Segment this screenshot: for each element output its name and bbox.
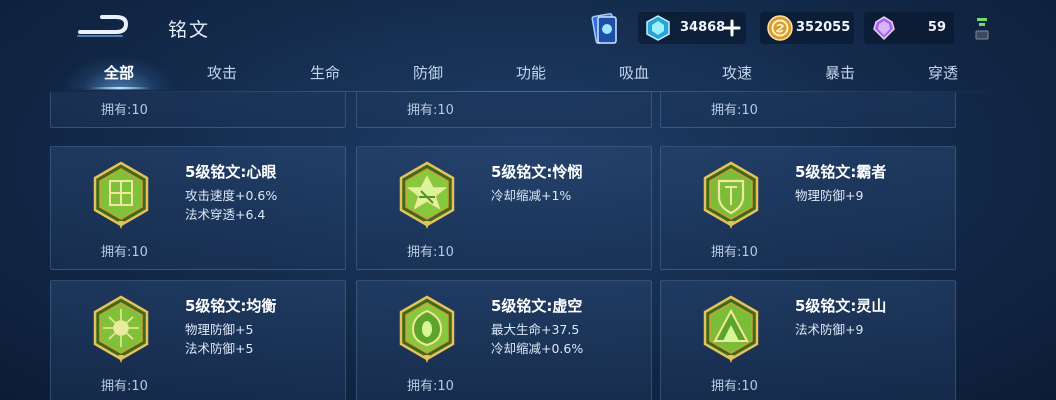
owned-count: 拥有:10 <box>711 245 758 260</box>
gem-value: 59 <box>927 20 946 35</box>
tab-all[interactable]: 全部 <box>74 62 164 83</box>
rune-name: 5级铭文:虚空 <box>491 297 583 315</box>
tab-defense[interactable]: 防御 <box>383 62 473 83</box>
category-tabs: 全部 攻击 生命 防御 功能 吸血 攻速 暴击 穿透 <box>0 56 1056 92</box>
rune-lingshan-icon <box>703 295 759 363</box>
owned-count: 拥有:10 <box>711 103 758 118</box>
gold-value: 352055 <box>796 20 851 35</box>
diamond-coupon-icon <box>646 15 670 41</box>
owned-count: 拥有:10 <box>711 379 758 394</box>
rune-name: 5级铭文:怜悯 <box>491 163 583 181</box>
tab-health[interactable]: 生命 <box>280 62 370 83</box>
owned-count: 拥有:10 <box>407 245 454 260</box>
rune-card-xukong[interactable]: 5级铭文:虚空 最大生命+37.5 冷却缩减+0.6% 拥有:10 <box>356 280 652 400</box>
page-title: 铭文 <box>168 19 211 41</box>
rune-name: 5级铭文:霸者 <box>795 163 887 181</box>
rune-card-junheng[interactable]: 5级铭文:均衡 物理防御+5 法术防御+5 拥有:10 <box>50 280 346 400</box>
rune-card-bazhe[interactable]: 5级铭文:霸者 物理防御+9 拥有:10 <box>660 146 956 270</box>
rune-stat: 冷却缩减+1% <box>491 188 572 203</box>
rune-bazhe-icon <box>703 161 759 229</box>
owned-count: 拥有:10 <box>407 103 454 118</box>
tab-lifesteal[interactable]: 吸血 <box>589 62 679 83</box>
rune-card-lianmin[interactable]: 5级铭文:怜悯 冷却缩减+1% 拥有:10 <box>356 146 652 270</box>
add-diamond-button[interactable] <box>722 18 742 38</box>
rune-stat: 法术穿透+6.4 <box>185 207 266 222</box>
rune-name: 5级铭文:心眼 <box>185 163 277 181</box>
rune-xinyan-icon <box>93 161 149 229</box>
rune-lianmin-icon <box>399 161 455 229</box>
diamond-value: 34868 <box>680 20 726 35</box>
diamond-currency: 34868 <box>638 12 746 44</box>
tab-attack-speed[interactable]: 攻速 <box>692 62 782 83</box>
rune-card-lingshan[interactable]: 5级铭文:灵山 法术防御+9 拥有:10 <box>660 280 956 400</box>
rune-junheng-icon <box>93 295 149 363</box>
top-bar: 铭文 34868 352055 59 <box>0 0 1056 56</box>
rune-stat: 冷却缩减+0.6% <box>491 341 584 356</box>
rune-name: 5级铭文:灵山 <box>795 297 887 315</box>
gold-currency: 352055 <box>760 12 854 44</box>
rune-name: 5级铭文:均衡 <box>185 297 277 315</box>
owned-count: 拥有:10 <box>407 379 454 394</box>
rune-stat: 物理防御+5 <box>185 322 254 337</box>
owned-count: 拥有:10 <box>101 103 148 118</box>
rune-stat: 法术防御+9 <box>795 322 864 337</box>
purple-gem-icon <box>873 16 895 41</box>
rune-stat: 攻击速度+0.6% <box>185 188 278 203</box>
owned-count: 拥有:10 <box>101 379 148 394</box>
tab-utility[interactable]: 功能 <box>486 62 576 83</box>
gem-currency: 59 <box>864 12 954 44</box>
network-signal-icon <box>975 18 989 40</box>
tab-penetration[interactable]: 穿透 <box>898 62 988 83</box>
rune-stat: 法术防御+5 <box>185 341 254 356</box>
rune-card-icon[interactable] <box>590 12 620 46</box>
rune-card[interactable]: 拥有:10 <box>50 92 346 128</box>
active-tab-indicator <box>90 87 150 89</box>
tab-critical[interactable]: 暴击 <box>795 62 885 83</box>
gold-coin-icon <box>767 15 793 41</box>
rune-stat: 最大生命+37.5 <box>491 322 580 337</box>
rune-card-xinyan[interactable]: 5级铭文:心眼 攻击速度+0.6% 法术穿透+6.4 拥有:10 <box>50 146 346 270</box>
rune-grid[interactable]: 拥有:10 拥有:10 拥有:10 5级铭文:心眼 攻击速度+0.6% 法术穿透… <box>0 92 1056 400</box>
owned-count: 拥有:10 <box>101 245 148 260</box>
rune-xukong-icon <box>399 295 455 363</box>
back-arrow-icon[interactable] <box>74 12 130 42</box>
tab-attack[interactable]: 攻击 <box>177 62 267 83</box>
rune-stat: 物理防御+9 <box>795 188 864 203</box>
rune-card[interactable]: 拥有:10 <box>660 92 956 128</box>
rune-card[interactable]: 拥有:10 <box>356 92 652 128</box>
